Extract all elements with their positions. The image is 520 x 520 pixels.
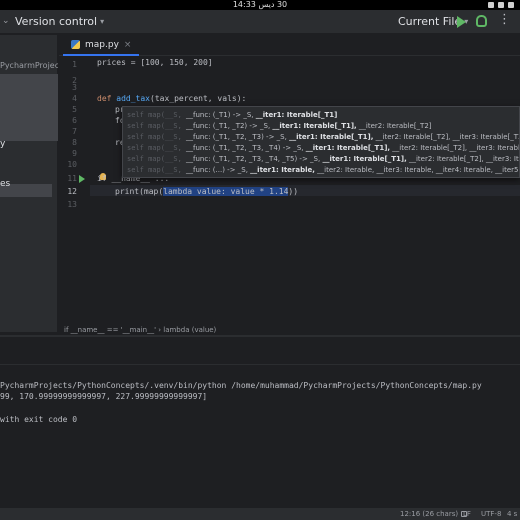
chevron-down-icon: ▾ [100, 17, 105, 26]
code-text: print(map( [115, 187, 164, 196]
selected-lambda: lambda value: value * 1.14 [163, 187, 289, 196]
indent-setting[interactable]: 4 s [507, 509, 517, 520]
python-file-icon [71, 40, 80, 49]
signature-row: self map(__S, __func: (_T1, _T2, _T3) ->… [127, 133, 520, 141]
line-number: 6 [72, 116, 77, 125]
code-text: )) [288, 187, 299, 196]
system-tray[interactable] [488, 2, 514, 8]
breadcrumb[interactable]: if __name__ == '__main__' › lambda (valu… [59, 325, 520, 335]
version-control-label: Version control [15, 15, 98, 28]
project-root-path[interactable]: PycharmProjects/P [0, 61, 58, 70]
function-args: (tax_percent, vals): [150, 94, 247, 103]
project-panel: PycharmProjects/P y es [0, 35, 58, 332]
line-number: 10 [67, 160, 77, 169]
signature-row: self map(__S, __func: (_T1, _T2, _T3, _T… [127, 144, 520, 152]
os-clock: 14:33 ‏30 ديس [232, 0, 288, 9]
volume-icon [498, 2, 504, 8]
line-number: 1 [72, 60, 77, 69]
line-number-gutter: 1 2 3 4 5 6 7 8 9 10 11 12 13 [59, 57, 89, 325]
project-tree-selection[interactable] [0, 74, 58, 141]
editor-tabbar: map.py × [59, 35, 520, 56]
line-number: 5 [72, 105, 77, 114]
signature-row: self map(__S, __func: (...) -> _S, __ite… [127, 166, 520, 174]
project-caret-icon[interactable]: ⌄ [2, 16, 10, 26]
line-number: 7 [72, 127, 77, 136]
project-tree-item[interactable]: es [0, 179, 10, 189]
caret-position[interactable]: 12:16 (26 chars) [400, 509, 458, 520]
function-name: add_tax [116, 94, 150, 103]
debug-icon[interactable] [476, 15, 487, 27]
console-header [0, 337, 520, 365]
version-control-menu[interactable]: Version control ▾ [15, 15, 104, 28]
parameter-info-popup: self map(__S, __func: (_T1) -> _S, __ite… [122, 106, 520, 178]
code-text: prices = [100, 150, 200] [97, 58, 213, 67]
line-number: 3 [72, 83, 77, 92]
keyword-def: def [97, 94, 112, 103]
line-number: 11 [67, 174, 77, 183]
line-number-current: 12 [67, 187, 77, 196]
battery-icon [508, 2, 514, 8]
run-icon[interactable] [457, 16, 466, 28]
tab-map-py[interactable]: map.py × [63, 35, 140, 56]
tab-label: map.py [85, 39, 119, 50]
console-line: 99, 170.99999999999997, 227.999999999999… [0, 392, 208, 401]
code-line-current: print(map(lambda value: value * 1.14)) [115, 187, 298, 196]
code-line: def add_tax(tax_percent, vals): [97, 94, 246, 103]
run-configuration-label: Current File [398, 15, 462, 28]
line-number: 4 [72, 94, 77, 103]
close-icon[interactable]: × [124, 40, 132, 50]
more-actions-icon[interactable]: ⋮ [498, 12, 512, 27]
signature-row: self map(__S, __func: (_T1) -> _S, __ite… [127, 111, 338, 119]
line-number: 9 [72, 149, 77, 158]
console-line: PycharmProjects/PythonConcepts/.venv/bin… [0, 381, 482, 390]
signature-row: self map(__S, __func: (_T1, _T2) -> _S, … [127, 122, 432, 130]
file-encoding[interactable]: UTF-8 [481, 509, 501, 520]
status-bar: 12:16 (26 chars) LF UTF-8 4 s [0, 507, 520, 520]
code-editor[interactable]: prices = [100, 150, 200] def add_tax(tax… [90, 57, 520, 325]
network-icon [488, 2, 494, 8]
ide-titlebar: ⌄ Version control ▾ Current File ▾ ⋮ [0, 10, 520, 34]
line-separator[interactable]: LF [463, 509, 471, 520]
line-number: 8 [72, 138, 77, 147]
os-top-bar: 14:33 ‏30 ديس [0, 0, 520, 10]
signature-row: self map(__S, __func: (_T1, _T2, _T3, _T… [127, 155, 519, 163]
code-line: prices = [100, 150, 200] [97, 58, 213, 67]
run-console[interactable]: PycharmProjects/PythonConcepts/.venv/bin… [0, 337, 520, 507]
project-tree-item[interactable]: y [0, 139, 5, 149]
line-number: 13 [67, 200, 77, 209]
run-gutter-icon[interactable] [79, 175, 85, 183]
console-line: with exit code 0 [0, 415, 78, 424]
